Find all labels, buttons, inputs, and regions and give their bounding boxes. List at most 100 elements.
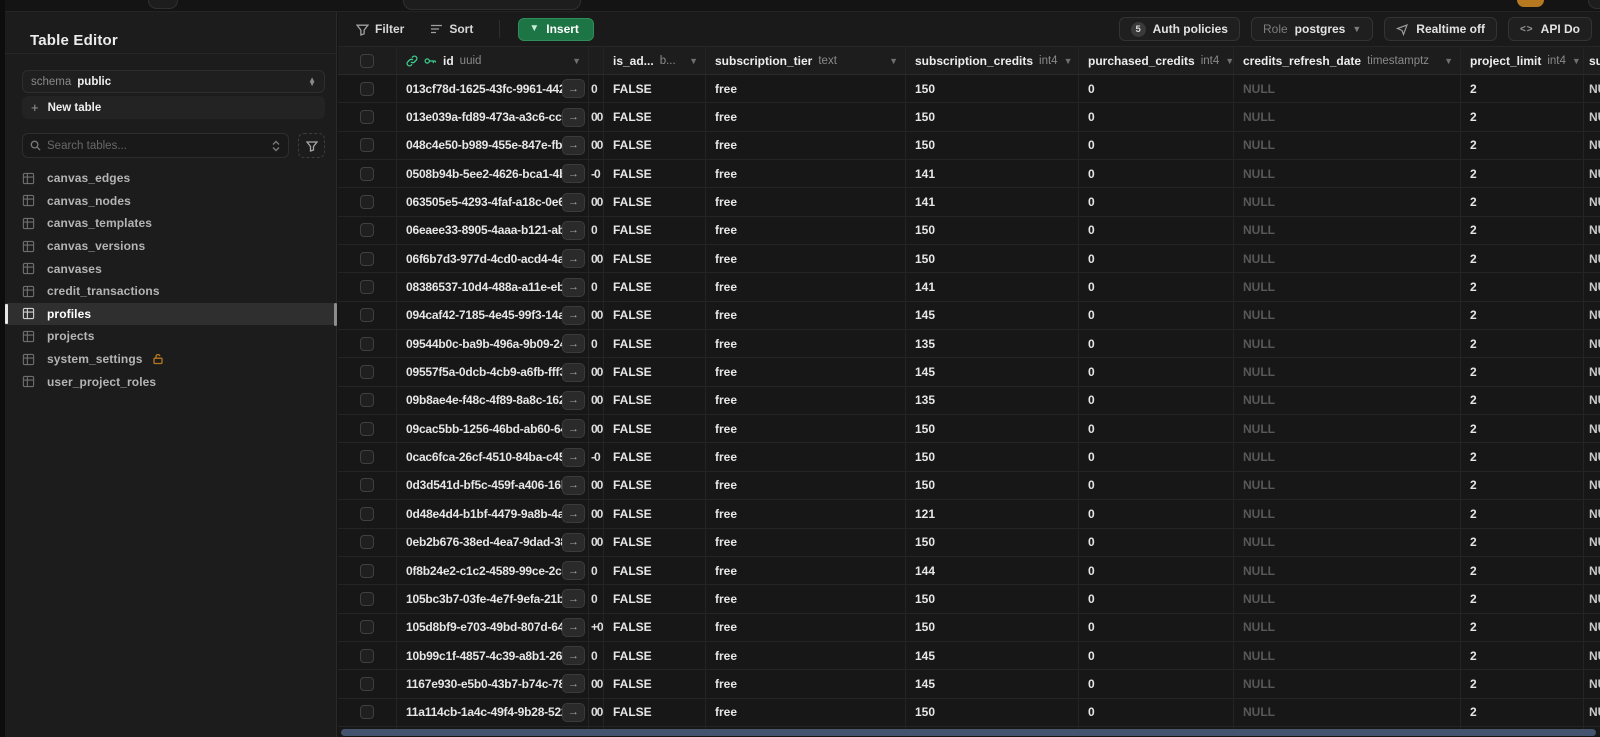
subscription-credits-cell[interactable]: 135	[906, 330, 1079, 358]
row-checkbox[interactable]	[360, 563, 374, 578]
subscription-credits-cell[interactable]: 145	[906, 670, 1079, 698]
id-cell[interactable]: 09cac5bb-1256-46bd-ab60-64ed... →	[397, 415, 589, 443]
project-limit-cell[interactable]: 2	[1461, 585, 1584, 613]
subscription-tier-cell[interactable]: free	[706, 216, 906, 245]
credits-refresh-date-cell[interactable]: NULL	[1234, 160, 1461, 188]
row-checkbox[interactable]	[360, 110, 374, 125]
subscription-credits-cell[interactable]: 144	[906, 556, 1079, 585]
id-cell[interactable]: 0d3d541d-bf5c-459f-a406-16b93... →	[397, 471, 589, 500]
subscription-tier-cell[interactable]: free	[706, 443, 906, 471]
credits-refresh-date-cell[interactable]: NULL	[1234, 330, 1461, 358]
credits-refresh-date-cell[interactable]: NULL	[1234, 216, 1461, 245]
purchased-credits-cell[interactable]: 0	[1079, 641, 1234, 670]
credits-refresh-date-cell[interactable]: NULL	[1234, 386, 1461, 415]
purchased-credits-cell[interactable]: 0	[1079, 500, 1234, 528]
purchased-credits-cell[interactable]: 0	[1079, 386, 1234, 415]
subscription-tier-cell[interactable]: free	[706, 330, 906, 358]
subscription-credits-cell[interactable]: 145	[906, 301, 1079, 330]
column-header-project-limit[interactable]: project_limit int4 ▼	[1461, 47, 1584, 74]
project-limit-cell[interactable]: 2	[1461, 358, 1584, 386]
subscription-tier-cell[interactable]: free	[706, 500, 906, 528]
horizontal-scrollbar-thumb[interactable]	[341, 729, 1596, 736]
expand-row-button[interactable]: →	[562, 589, 585, 609]
subscription-credits-cell[interactable]: 150	[906, 131, 1079, 160]
column-header-credits-refresh-date[interactable]: credits_refresh_date timestamptz ▼	[1234, 47, 1461, 74]
subscription-tier-cell[interactable]: free	[706, 670, 906, 698]
is-admin-cell[interactable]: FALSE	[604, 131, 706, 160]
project-limit-cell[interactable]: 2	[1461, 613, 1584, 641]
purchased-credits-cell[interactable]: 0	[1079, 443, 1234, 471]
credits-refresh-date-cell[interactable]: NULL	[1234, 415, 1461, 443]
subscription-credits-cell[interactable]: 141	[906, 188, 1079, 216]
project-limit-cell[interactable]: 2	[1461, 245, 1584, 273]
purchased-credits-cell[interactable]: 0	[1079, 358, 1234, 386]
is-admin-cell[interactable]: FALSE	[604, 698, 706, 726]
purchased-credits-cell[interactable]: 0	[1079, 160, 1234, 188]
sidebar-table-item[interactable]: canvas_versions	[5, 235, 337, 258]
subscription-credits-cell[interactable]: 150	[906, 698, 1079, 726]
credits-refresh-date-cell[interactable]: NULL	[1234, 103, 1461, 131]
expand-row-button[interactable]: →	[562, 362, 585, 382]
subscription-tier-cell[interactable]: free	[706, 415, 906, 443]
project-limit-cell[interactable]: 2	[1461, 443, 1584, 471]
id-cell[interactable]: 09b8ae4e-f48c-4f89-8a8c-1629b... →	[397, 386, 589, 415]
column-header-subscription-tier[interactable]: subscription_tier text ▼	[706, 47, 906, 74]
credits-refresh-date-cell[interactable]: NULL	[1234, 471, 1461, 500]
is-admin-cell[interactable]: FALSE	[604, 386, 706, 415]
row-checkbox[interactable]	[360, 166, 374, 181]
credits-refresh-date-cell[interactable]: NULL	[1234, 670, 1461, 698]
subscription-tier-cell[interactable]: free	[706, 188, 906, 216]
credits-refresh-date-cell[interactable]: NULL	[1234, 188, 1461, 216]
subscription-tier-cell[interactable]: free	[706, 585, 906, 613]
row-checkbox[interactable]	[360, 223, 374, 238]
is-admin-cell[interactable]: FALSE	[604, 556, 706, 585]
row-checkbox[interactable]	[360, 336, 374, 351]
expand-row-button[interactable]: →	[562, 646, 585, 666]
project-limit-cell[interactable]: 2	[1461, 188, 1584, 216]
schema-select[interactable]: schema public ▲ ▼	[22, 70, 325, 93]
subscription-credits-cell[interactable]: 145	[906, 641, 1079, 670]
subscription-credits-cell[interactable]: 150	[906, 443, 1079, 471]
role-select-button[interactable]: Role postgres ▼	[1250, 17, 1374, 41]
subscription-credits-cell[interactable]: 141	[906, 160, 1079, 188]
expand-row-button[interactable]: →	[562, 702, 585, 722]
project-limit-cell[interactable]: 2	[1461, 75, 1584, 103]
sidebar-table-item[interactable]: projects	[5, 325, 337, 348]
credits-refresh-date-cell[interactable]: NULL	[1234, 358, 1461, 386]
filter-button[interactable]: Filter	[348, 18, 412, 40]
credits-refresh-date-cell[interactable]: NULL	[1234, 273, 1461, 301]
column-menu-icon[interactable]: ▼	[1225, 56, 1233, 66]
purchased-credits-cell[interactable]: 0	[1079, 131, 1234, 160]
id-cell[interactable]: 0d48e4d4-b1bf-4479-9a8b-4a4b... →	[397, 500, 589, 528]
project-limit-cell[interactable]: 2	[1461, 216, 1584, 245]
insert-button[interactable]: ▼ Insert	[518, 17, 594, 41]
row-checkbox[interactable]	[360, 676, 374, 691]
column-header-clipped[interactable]	[589, 47, 604, 74]
project-limit-cell[interactable]: 2	[1461, 641, 1584, 670]
project-limit-cell[interactable]: 2	[1461, 386, 1584, 415]
credits-refresh-date-cell[interactable]: NULL	[1234, 641, 1461, 670]
purchased-credits-cell[interactable]: 0	[1079, 556, 1234, 585]
expand-row-button[interactable]: →	[562, 334, 585, 354]
expand-row-button[interactable]: →	[562, 504, 585, 524]
expand-row-button[interactable]: →	[562, 164, 585, 184]
purchased-credits-cell[interactable]: 0	[1079, 330, 1234, 358]
credits-refresh-date-cell[interactable]: NULL	[1234, 443, 1461, 471]
is-admin-cell[interactable]: FALSE	[604, 301, 706, 330]
id-cell[interactable]: 06eaee33-8905-4aaa-b121-ab552... →	[397, 216, 589, 245]
purchased-credits-cell[interactable]: 0	[1079, 301, 1234, 330]
expand-row-button[interactable]: →	[562, 305, 585, 325]
column-header-is-admin[interactable]: is_ad... b... ▼	[604, 47, 706, 74]
expand-row-button[interactable]: →	[562, 79, 585, 99]
subscription-tier-cell[interactable]: free	[706, 528, 906, 556]
subscription-credits-cell[interactable]: 150	[906, 613, 1079, 641]
column-menu-icon[interactable]: ▼	[1064, 56, 1073, 66]
subscription-tier-cell[interactable]: free	[706, 556, 906, 585]
subscription-credits-cell[interactable]: 150	[906, 75, 1079, 103]
is-admin-cell[interactable]: FALSE	[604, 670, 706, 698]
is-admin-cell[interactable]: FALSE	[604, 471, 706, 500]
id-cell[interactable]: 105d8bf9-e703-49bd-807d-645e... →	[397, 613, 589, 641]
row-checkbox[interactable]	[360, 506, 374, 521]
select-all-checkbox[interactable]	[360, 53, 374, 68]
credits-refresh-date-cell[interactable]: NULL	[1234, 500, 1461, 528]
